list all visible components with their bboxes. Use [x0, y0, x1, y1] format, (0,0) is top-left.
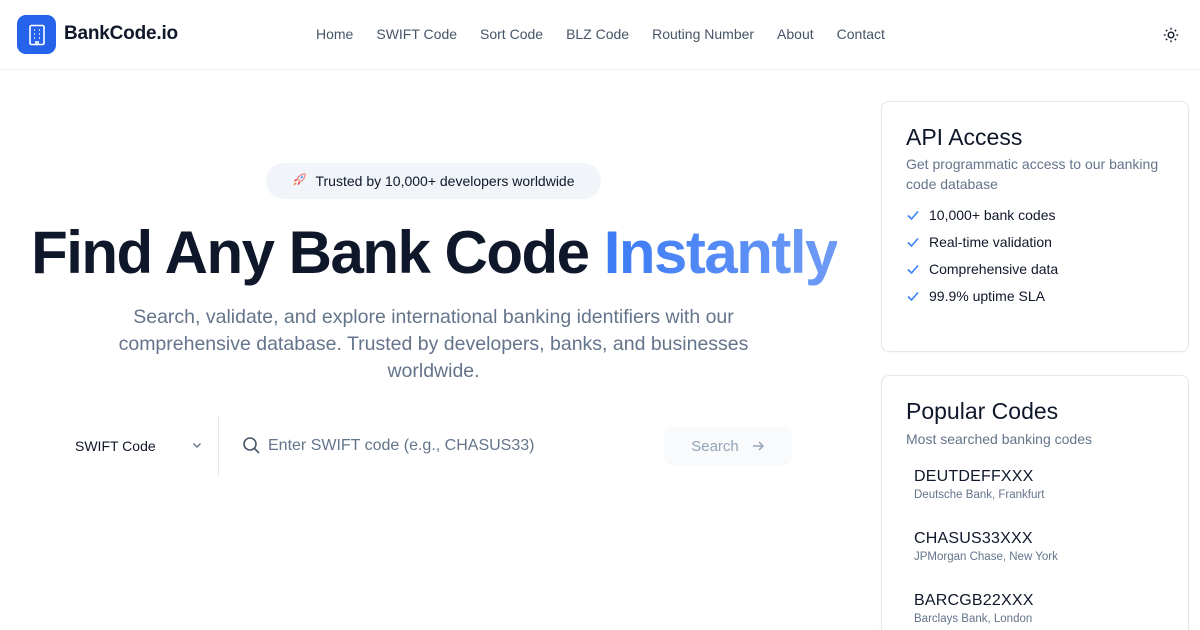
hero-title: Find Any Bank Code Instantly — [20, 218, 848, 287]
feature-item: 99.9% uptime SLA — [906, 288, 1045, 304]
building-icon — [28, 24, 45, 45]
nav-contact[interactable]: Contact — [837, 26, 885, 42]
nav-routing-number[interactable]: Routing Number — [652, 26, 754, 42]
popular-card-title: Popular Codes — [906, 398, 1059, 424]
search-input[interactable] — [268, 428, 648, 464]
hero-title-accent: Instantly — [603, 219, 839, 286]
bank-code: DEUTDEFFXXX — [914, 468, 1034, 485]
brand-name[interactable]: BankCode.io — [64, 23, 178, 45]
hero-subtitle: Search, validate, and explore internatio… — [118, 306, 749, 382]
popular-card-description: Most searched banking codes — [906, 431, 1092, 447]
nav-swift-code[interactable]: SWIFT Code — [376, 26, 457, 42]
search-icon — [242, 436, 261, 460]
bank-code: BARCGB22XXX — [914, 592, 1034, 609]
nav-home[interactable]: Home — [316, 26, 353, 42]
feature-label: 10,000+ bank codes — [929, 207, 1056, 223]
popular-code-item[interactable]: DEUTDEFFXXX Deutsche Bank, Frankfurt — [914, 468, 1044, 501]
feature-label: 99.9% uptime SLA — [929, 288, 1045, 304]
popular-code-item[interactable]: BARCGB22XXX Barclays Bank, London — [914, 592, 1034, 625]
feature-label: Comprehensive data — [929, 261, 1059, 277]
theme-toggle-button[interactable] — [1160, 24, 1182, 46]
feature-item: Comprehensive data — [906, 261, 1058, 277]
feature-item: Real-time validation — [906, 234, 1052, 250]
code-type-select[interactable]: SWIFT Code — [60, 416, 219, 476]
bank-code: CHASUS33XXX — [914, 530, 1033, 547]
popular-codes-card: Popular Codes Most searched banking code… — [881, 375, 1189, 630]
nav-blz-code[interactable]: BLZ Code — [566, 26, 629, 42]
check-icon — [907, 237, 919, 248]
main-nav: Home SWIFT Code Sort Code BLZ Code Routi… — [316, 26, 908, 42]
search-button-label: Search — [691, 437, 739, 455]
search-button[interactable]: Search — [664, 427, 792, 465]
logo[interactable] — [17, 15, 56, 54]
bank-name: JPMorgan Chase, New York — [914, 551, 1058, 563]
popular-code-item[interactable]: CHASUS33XXX JPMorgan Chase, New York — [914, 530, 1058, 563]
check-icon — [907, 264, 919, 275]
check-icon — [907, 210, 919, 221]
feature-label: Real-time validation — [929, 234, 1052, 250]
bank-name: Deutsche Bank, Frankfurt — [914, 489, 1045, 501]
feature-item: 10,000+ bank codes — [906, 207, 1056, 223]
sun-icon — [1163, 27, 1179, 43]
hero-title-main: Find Any Bank Code — [31, 219, 590, 286]
check-icon — [907, 291, 919, 302]
chevron-down-icon — [193, 443, 201, 448]
rocket-icon — [292, 172, 307, 190]
code-type-selected: SWIFT Code — [75, 438, 156, 454]
trust-badge: Trusted by 10,000+ developers worldwide — [266, 163, 601, 199]
api-card-description: Get programmatic access to our banking c… — [906, 156, 1159, 192]
site-header: BankCode.io Home SWIFT Code Sort Code BL… — [0, 0, 1200, 70]
nav-sort-code[interactable]: Sort Code — [480, 26, 543, 42]
nav-about[interactable]: About — [777, 26, 814, 42]
arrow-right-icon — [752, 441, 764, 451]
bank-name: Barclays Bank, London — [914, 613, 1033, 625]
api-card-title: API Access — [906, 124, 1023, 150]
trust-badge-text: Trusted by 10,000+ developers worldwide — [315, 173, 575, 189]
api-access-card: API Access Get programmatic access to ou… — [881, 101, 1189, 352]
